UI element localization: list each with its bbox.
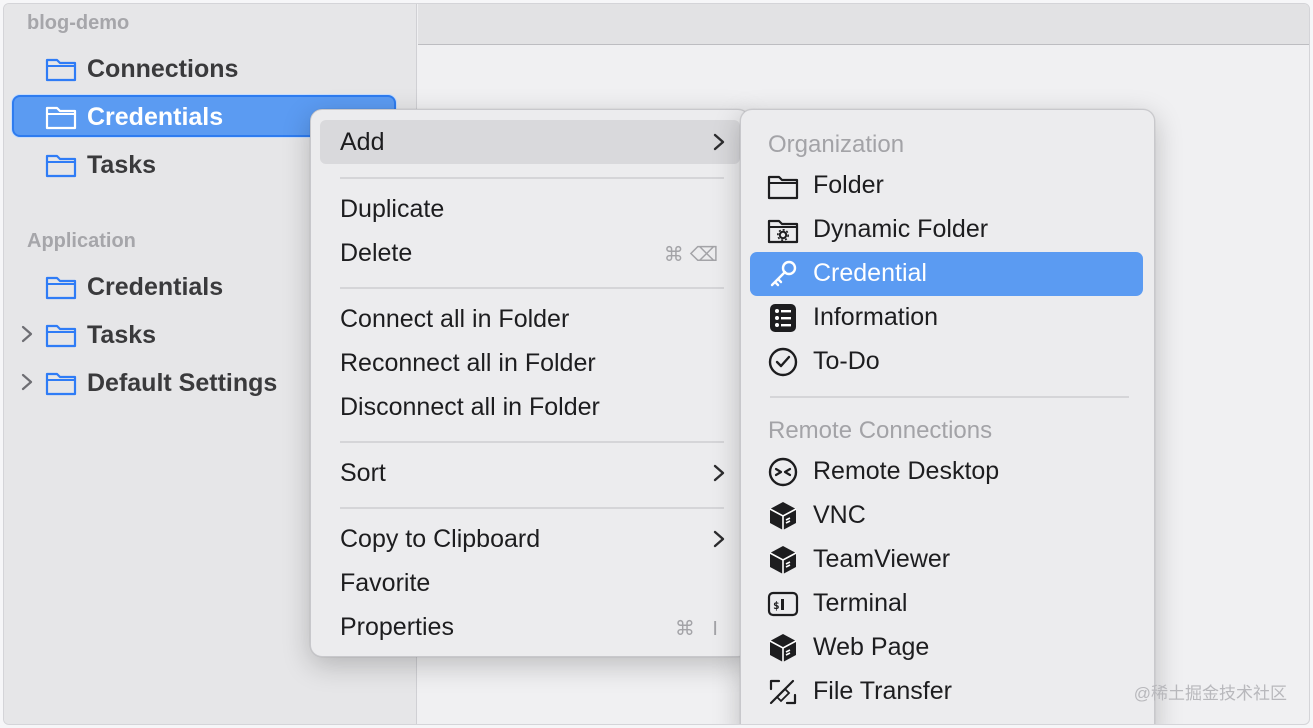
submenu-item-folder[interactable]: Folder xyxy=(750,164,1143,208)
menu-separator xyxy=(340,287,724,289)
sidebar-item-label: Connections xyxy=(87,55,239,83)
submenu-item-credential[interactable]: Credential xyxy=(750,252,1143,296)
menu-item-label: Reconnect all in Folder xyxy=(340,348,596,377)
folder-icon xyxy=(767,175,799,200)
submenu-item-vnc[interactable]: VNC xyxy=(750,494,1143,538)
information-list-icon xyxy=(770,304,796,332)
submenu-item-file-transfer[interactable]: File Transfer xyxy=(750,670,1143,714)
menu-item-label: Copy to Clipboard xyxy=(340,524,541,553)
submenu-header-organization: Organization xyxy=(768,131,905,158)
menu-item-add[interactable]: Add xyxy=(320,120,740,164)
sidebar-item-connections[interactable]: Connections xyxy=(12,47,396,89)
submenu-item-terminal[interactable]: $ Terminal xyxy=(750,582,1143,626)
submenu-item-information[interactable]: Information xyxy=(750,296,1143,340)
menu-item-duplicate[interactable]: Duplicate xyxy=(320,187,740,231)
chevron-right-icon[interactable] xyxy=(20,372,34,392)
menu-item-connect-all[interactable]: Connect all in Folder xyxy=(320,297,740,341)
menu-item-label: Sort xyxy=(340,458,386,487)
main-toolbar xyxy=(418,4,1309,45)
menu-item-label: Connect all in Folder xyxy=(340,304,570,333)
submenu-item-web-page[interactable]: Web Page xyxy=(750,626,1143,670)
key-icon xyxy=(770,260,797,287)
menu-item-label: Duplicate xyxy=(340,194,445,223)
svg-text:$: $ xyxy=(773,599,780,612)
submenu-item-teamviewer[interactable]: TeamViewer xyxy=(750,538,1143,582)
menu-item-label: Delete xyxy=(340,238,413,267)
menu-separator xyxy=(340,441,724,443)
sidebar-item-label: Credentials xyxy=(87,273,224,301)
submenu-item-label: Remote Desktop xyxy=(813,457,1000,485)
menu-item-delete[interactable]: Delete ⌘⌫ xyxy=(320,231,740,275)
submenu-item-remote-desktop[interactable]: Remote Desktop xyxy=(750,450,1143,494)
delete-shortcut: ⌘⌫ xyxy=(663,244,724,266)
vnc-cube-icon xyxy=(769,502,797,530)
menu-item-label: Favorite xyxy=(340,568,431,597)
menu-item-copy-to-clipboard[interactable]: Copy to Clipboard xyxy=(320,517,740,561)
remote-desktop-icon xyxy=(768,457,798,487)
teamviewer-cube-icon xyxy=(769,546,797,574)
menu-separator xyxy=(340,507,724,509)
submenu-item-label: Credential xyxy=(813,259,927,287)
submenu-header-remote: Remote Connections xyxy=(768,417,993,444)
submenu-item-label: Information xyxy=(813,303,939,331)
submenu-item-label: Folder xyxy=(813,171,884,199)
menu-item-disconnect-all[interactable]: Disconnect all in Folder xyxy=(320,385,740,429)
folder-icon xyxy=(45,154,77,178)
sidebar-item-label: Credentials xyxy=(87,103,224,131)
menu-item-label: Properties xyxy=(340,612,454,641)
context-menu: Add Duplicate Delete ⌘⌫ Connect all in F… xyxy=(310,109,750,657)
folder-icon xyxy=(45,58,77,82)
folder-icon xyxy=(45,324,77,348)
web-page-cube-icon xyxy=(769,634,797,662)
project-title: blog-demo xyxy=(27,12,130,34)
menu-item-properties[interactable]: Properties ⌘ I xyxy=(320,605,740,649)
application-title: Application xyxy=(27,230,136,252)
menu-item-label: Disconnect all in Folder xyxy=(340,392,600,421)
chevron-right-icon xyxy=(713,133,725,151)
file-transfer-icon xyxy=(769,679,797,705)
folder-icon xyxy=(45,372,77,396)
properties-shortcut: ⌘ I xyxy=(674,618,724,640)
submenu-item-label: File Transfer xyxy=(813,677,952,705)
checkmark-circle-icon xyxy=(768,347,798,377)
app-window: blog-demo Connections Credentials Tasks … xyxy=(3,3,1310,725)
menu-separator xyxy=(770,396,1129,398)
menu-item-reconnect-all[interactable]: Reconnect all in Folder xyxy=(320,341,740,385)
folder-icon xyxy=(45,106,77,130)
chevron-right-icon xyxy=(713,464,725,482)
sidebar-item-label: Default Settings xyxy=(87,369,278,397)
menu-separator xyxy=(340,177,724,179)
folder-icon xyxy=(45,276,77,300)
dynamic-folder-icon xyxy=(767,219,799,244)
submenu-item-label: Terminal xyxy=(813,589,908,617)
watermark: @稀土掘金技术社区 xyxy=(1133,684,1287,703)
menu-item-favorite[interactable]: Favorite xyxy=(320,561,740,605)
menu-item-sort[interactable]: Sort xyxy=(320,451,740,495)
menu-item-label: Add xyxy=(340,127,385,156)
sidebar-item-label: Tasks xyxy=(87,321,157,349)
chevron-right-icon[interactable] xyxy=(20,324,34,344)
chevron-right-icon xyxy=(713,530,725,548)
submenu-item-label: Web Page xyxy=(813,633,930,661)
submenu-item-label: TeamViewer xyxy=(813,545,951,573)
submenu-item-dynamic-folder[interactable]: Dynamic Folder xyxy=(750,208,1143,252)
add-submenu: Organization Folder Dynamic Folder Crede… xyxy=(740,109,1155,724)
submenu-item-label: To-Do xyxy=(813,347,880,375)
sidebar-item-label: Tasks xyxy=(87,151,157,179)
terminal-icon: $ xyxy=(767,591,799,617)
submenu-item-todo[interactable]: To-Do xyxy=(750,340,1143,384)
submenu-item-label: Dynamic Folder xyxy=(813,215,989,243)
submenu-item-label: VNC xyxy=(813,501,866,529)
